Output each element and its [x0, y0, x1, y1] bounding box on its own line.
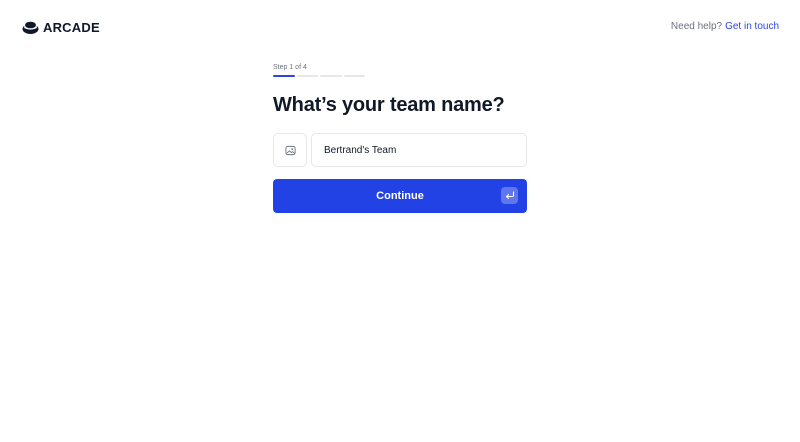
progress-segment-1: [273, 75, 295, 77]
step-progress: [273, 75, 365, 77]
onboarding-form: Step 1 of 4 What’s your team name? Conti…: [273, 63, 527, 213]
progress-segment-2: [296, 75, 318, 77]
page-title: What’s your team name?: [273, 94, 505, 116]
help-text: Need help?: [670, 21, 723, 32]
arcade-logo-icon: [22, 21, 39, 34]
onboarding-page: ARCADE Need help? Get in touch Step 1 of…: [0, 0, 800, 442]
enter-key-hint: [501, 187, 518, 204]
logo-text: ARCADE: [43, 19, 100, 35]
get-in-touch-link[interactable]: Get in touch: [725, 21, 779, 32]
team-avatar-picker[interactable]: [273, 133, 307, 167]
continue-label: Continue: [376, 190, 424, 202]
continue-button[interactable]: Continue: [273, 179, 527, 213]
enter-return-icon: [505, 191, 514, 199]
team-name-row: [273, 133, 527, 167]
progress-segment-4: [343, 75, 365, 77]
step-label: Step 1 of 4: [273, 64, 307, 71]
help-section: Need help? Get in touch: [671, 21, 779, 32]
arcade-logo[interactable]: ARCADE: [22, 19, 100, 35]
image-icon: [284, 145, 296, 155]
progress-segment-3: [320, 75, 342, 77]
team-name-input[interactable]: [311, 133, 527, 167]
